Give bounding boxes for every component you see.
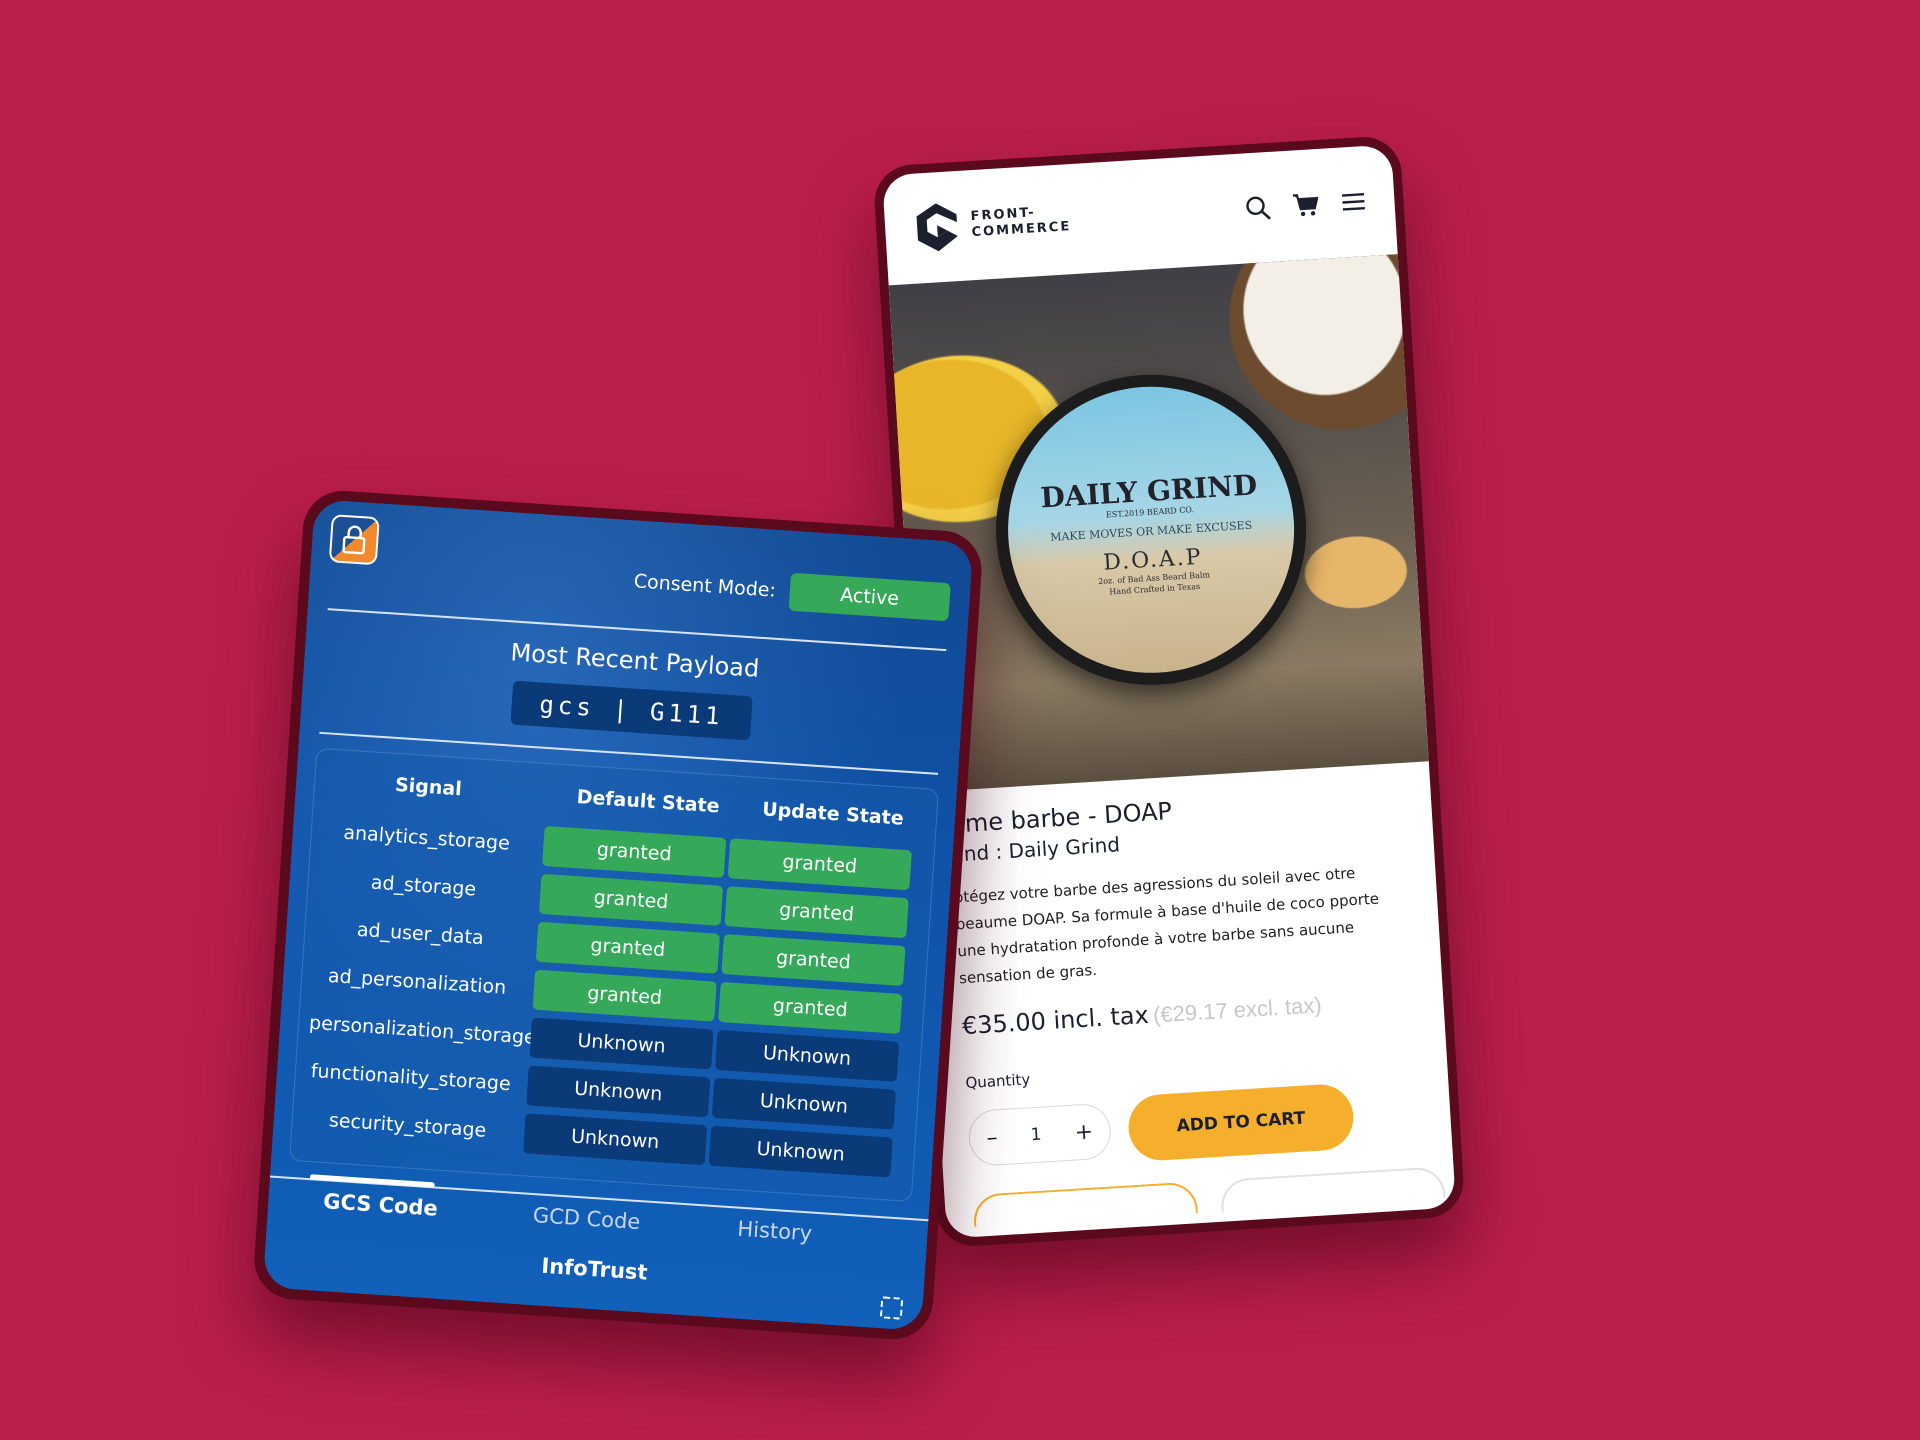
signal-name: analytics_storage (342, 821, 511, 855)
increment-button[interactable]: + (1074, 1119, 1094, 1145)
quantity-stepper[interactable]: – 1 + (967, 1102, 1113, 1167)
product-info: ume barbe - DOAP and : Daily Grind otége… (920, 773, 1452, 1173)
update-state-value: granted (718, 981, 903, 1034)
price-row: €35.00 incl. tax (€29.17 excl. tax) (961, 985, 1416, 1041)
search-icon[interactable] (1244, 194, 1272, 222)
signal-name: functionality_storage (310, 1060, 512, 1096)
add-to-cart-button[interactable]: ADD TO CART (1126, 1082, 1356, 1163)
signal-name: personalization_storage (308, 1011, 537, 1049)
signal-column-header: Signal (394, 773, 463, 801)
consent-mode-row: Consent Mode: Active (633, 562, 951, 622)
signal-name: ad_personalization (327, 964, 507, 999)
price-excl-tax: (€29.17 excl. tax) (1152, 992, 1323, 1028)
tab-gcd-code[interactable]: GCD Code (532, 1203, 641, 1234)
signal-name: security_storage (328, 1109, 487, 1142)
cart-icon[interactable] (1292, 191, 1320, 219)
update-state-value: Unknown (708, 1125, 893, 1178)
signal-name: ad_storage (370, 871, 477, 901)
bottom-cards (972, 1166, 1446, 1227)
default-state-value: granted (535, 921, 720, 974)
consent-app-screen: Consent Mode: Active Most Recent Payload… (262, 498, 974, 1332)
front-commerce-logo-icon (916, 203, 958, 252)
quantity-value[interactable]: 1 (1030, 1125, 1042, 1146)
default-state-value: granted (532, 969, 717, 1022)
default-state-value: Unknown (523, 1113, 708, 1166)
decrement-button[interactable]: – (986, 1125, 999, 1151)
bottom-card-2[interactable] (1219, 1166, 1446, 1212)
update-state-value: granted (724, 886, 909, 939)
update-state-value: Unknown (714, 1029, 900, 1082)
beard-balm-tin: DAILY GRIND EST.2019 BEARD CO. MAKE MOVE… (986, 365, 1316, 694)
update-state-column-header: Update State (761, 798, 905, 830)
bottom-card-1[interactable] (972, 1181, 1198, 1227)
update-state-value: Unknown (711, 1077, 897, 1130)
lock-app-icon (328, 514, 380, 566)
default-state-value: granted (542, 825, 727, 878)
payload-code: gcs | G111 (510, 680, 753, 741)
default-state-value: Unknown (529, 1017, 714, 1070)
screenshot-crop-icon[interactable] (879, 1296, 904, 1320)
menu-icon[interactable] (1340, 188, 1368, 216)
front-commerce-logo[interactable]: FRONT- COMMERCE (912, 193, 1073, 255)
default-state-value: Unknown (526, 1065, 711, 1118)
front-commerce-wordmark: FRONT- COMMERCE (970, 203, 1072, 241)
consent-mode-label: Consent Mode: (633, 570, 777, 602)
default-state-value: granted (538, 873, 724, 926)
lock-icon (342, 525, 366, 555)
update-state-value: granted (727, 838, 912, 891)
price-incl-tax: €35.00 incl. tax (961, 1000, 1150, 1041)
quantity-row: – 1 + ADD TO CART (967, 1078, 1424, 1172)
product-description: otégez votre barbe des agressions du sol… (953, 863, 1380, 988)
consent-status-badge: Active (788, 572, 951, 622)
tab-gcs-code[interactable]: GCS Code (323, 1189, 439, 1221)
tin-label: DAILY GRIND EST.2019 BEARD CO. MAKE MOVE… (999, 378, 1303, 682)
signals-table: Signal Default State Update State analyt… (288, 747, 940, 1203)
header-actions (1244, 188, 1367, 221)
tab-history[interactable]: History (737, 1217, 813, 1246)
payload-title: Most Recent Payload (509, 638, 761, 683)
signal-name: ad_user_data (356, 918, 485, 950)
tablet-device: Consent Mode: Active Most Recent Payload… (251, 488, 985, 1342)
default-state-column-header: Default State (576, 786, 721, 818)
update-state-value: granted (721, 934, 906, 987)
